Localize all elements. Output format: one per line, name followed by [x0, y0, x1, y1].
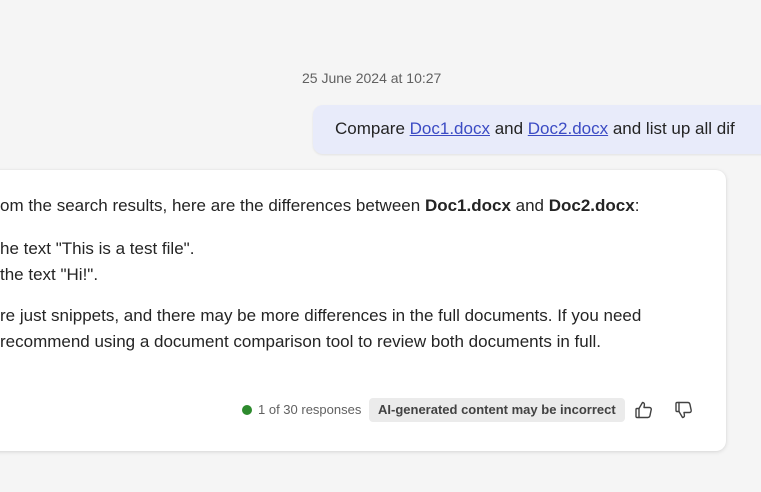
ai-disclaimer-badge: AI-generated content may be incorrect — [369, 398, 625, 422]
difference-item-2: the text "Hi!". — [0, 265, 99, 284]
ai-response-intro: om the search results, here are the diff… — [0, 196, 639, 216]
ai-response-note-line-2: recommend using a document comparison to… — [0, 332, 601, 351]
difference-item-1: he text "This is a test file". — [0, 239, 195, 258]
thumbs-up-icon[interactable] — [632, 398, 656, 422]
intro-prefix: om the search results, here are the diff… — [0, 196, 425, 215]
response-footer: 1 of 30 responses AI-generated content m… — [0, 398, 726, 422]
ai-response-note-line-1: re just snippets, and there may be more … — [0, 306, 642, 325]
response-count-text: 1 of 30 responses — [258, 402, 362, 417]
user-message-prefix: Compare — [335, 119, 410, 138]
doc2-name: Doc2.docx — [548, 196, 635, 215]
doc1-name: Doc1.docx — [424, 196, 511, 215]
thumbs-down-icon[interactable] — [672, 398, 696, 422]
user-message-middle: and — [489, 119, 528, 138]
status-dot-icon — [242, 404, 252, 415]
user-message-suffix: and list up all dif — [608, 119, 735, 138]
intro-suffix: : — [634, 196, 640, 215]
ai-response-card: om the search results, here are the diff… — [0, 170, 726, 451]
intro-mid: and — [510, 196, 549, 215]
doc1-link[interactable]: Doc1.docx — [410, 119, 490, 138]
user-message-text: Compare Doc1.docx and Doc2.docx and list… — [335, 119, 735, 139]
doc2-link[interactable]: Doc2.docx — [528, 119, 608, 138]
timestamp-text: 25 June 2024 at 10:27 — [302, 70, 442, 86]
response-count: 1 of 30 responses — [242, 402, 361, 417]
user-message-bubble: Compare Doc1.docx and Doc2.docx and list… — [313, 105, 761, 154]
